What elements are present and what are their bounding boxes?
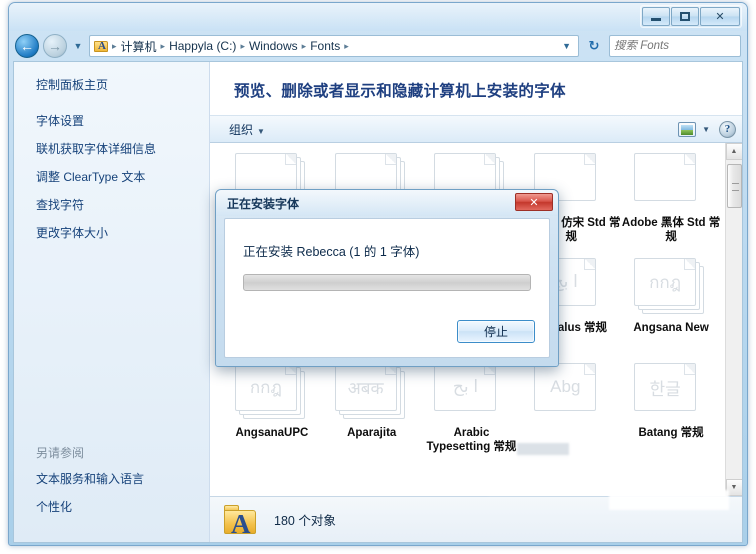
scroll-up-arrow-icon[interactable]: ▲ (725, 143, 742, 160)
page-title: 预览、删除或者显示和隐藏计算机上安装的字体 (234, 83, 566, 100)
font-preview-thumbnail: Abg (534, 363, 608, 421)
font-item[interactable]: Adobe 黑体 Std 常规 (621, 151, 721, 256)
font-item[interactable]: ا بح Arabic Typesetting 常规 (422, 361, 522, 466)
font-item[interactable]: 한글 Batang 常规 (621, 361, 721, 466)
desktop-background: ✕ ← → ▼ A ▸ 计算机 ▸ Happyla (C:) ▸ Windows… (0, 0, 756, 554)
font-item[interactable]: กกฎ Angsana New (621, 256, 721, 361)
search-field[interactable] (614, 40, 747, 52)
font-item-label: Batang 常规 (638, 427, 704, 439)
font-item-label: AngsanaUPC (235, 427, 309, 439)
sidebar-item-text-services[interactable]: 文本服务和输入语言 (36, 472, 144, 487)
scroll-down-arrow-icon[interactable]: ▼ (725, 479, 742, 496)
font-preview-thumbnail: 한글 (634, 363, 708, 421)
fonts-folder-icon: A (224, 504, 258, 538)
content-header: 预览、删除或者显示和隐藏计算机上安装的字体 (210, 62, 742, 115)
close-button[interactable]: ✕ (700, 7, 740, 26)
font-install-dialog: 正在安装字体 ✕ 正在安装 Rebecca (1 的 1 字体) 停止 (215, 189, 559, 367)
breadcrumb-item-fonts[interactable]: Fonts (307, 38, 343, 54)
sidebar-item-cleartype[interactable]: 调整 ClearType 文本 (36, 170, 209, 185)
fonts-explorer-window: ✕ ← → ▼ A ▸ 计算机 ▸ Happyla (C:) ▸ Windows… (8, 2, 748, 546)
breadcrumb-item-windows[interactable]: Windows (246, 38, 301, 54)
breadcrumb-separator: ▸ (344, 40, 349, 51)
font-preview-thumbnail: अबक (334, 363, 409, 421)
sidebar-see-also: 另请参阅 文本服务和输入语言 个性化 (36, 444, 144, 528)
organize-label: 组织 (229, 122, 254, 137)
font-item[interactable]: अबक Aparajita (322, 361, 422, 466)
status-bar: A 180 个对象 (210, 496, 742, 542)
refresh-icon[interactable]: ↻ (583, 35, 605, 57)
dialog-body: 正在安装 Rebecca (1 的 1 字体) 停止 (224, 218, 550, 358)
dialog-title: 正在安装字体 (227, 196, 300, 211)
forward-button[interactable]: → (43, 34, 67, 58)
dialog-close-button[interactable]: ✕ (515, 193, 553, 211)
breadcrumb-item-drive[interactable]: Happyla (C:) (166, 38, 239, 54)
maximize-button[interactable] (671, 7, 699, 26)
history-dropdown-icon[interactable]: ▼ (71, 34, 85, 58)
sidebar: 控制面板主页 字体设置 联机获取字体详细信息 调整 ClearType 文本 查… (14, 62, 210, 542)
minimize-button[interactable] (642, 7, 670, 26)
dialog-message: 正在安装 Rebecca (1 的 1 字体) (243, 245, 420, 259)
view-layout-icon[interactable] (678, 121, 697, 137)
font-preview-thumbnail: ا بح (434, 363, 508, 421)
font-item[interactable]: Abg (521, 361, 621, 466)
breadcrumb[interactable]: A ▸ 计算机 ▸ Happyla (C:) ▸ Windows ▸ Fonts… (89, 35, 579, 57)
fonts-folder-icon: A (94, 39, 109, 54)
font-preview-thumbnail (634, 153, 708, 211)
font-item-label: Arabic Typesetting 常规 (426, 427, 517, 453)
window-titlebar: ✕ (9, 3, 747, 31)
vertical-scrollbar[interactable]: ▲ ▼ (725, 143, 742, 496)
font-item-label: Angsana New (633, 322, 709, 334)
toolbar-right-group: ▼ ? (678, 120, 736, 138)
view-chevron-down-icon[interactable]: ▼ (702, 125, 710, 134)
back-button[interactable]: ← (15, 34, 39, 58)
breadcrumb-item-computer[interactable]: 计算机 (118, 37, 160, 56)
help-icon[interactable]: ? (719, 120, 736, 138)
chevron-down-icon: ▼ (257, 126, 265, 136)
dialog-titlebar: 正在安装字体 ✕ (216, 190, 558, 216)
font-item[interactable]: กกฎ AngsanaUPC (222, 361, 322, 466)
stop-button[interactable]: 停止 (457, 320, 535, 343)
scrollbar-thumb[interactable] (726, 164, 742, 208)
window-controls: ✕ (640, 5, 742, 28)
sidebar-item-change-font-size[interactable]: 更改字体大小 (36, 226, 209, 241)
font-item-label: Adobe 黑体 Std 常规 (621, 217, 721, 243)
font-preview-thumbnail: กกฎ (634, 258, 708, 316)
address-bar: ← → ▼ A ▸ 计算机 ▸ Happyla (C:) ▸ Windows ▸… (9, 31, 747, 61)
see-also-heading: 另请参阅 (36, 446, 85, 460)
sidebar-item-personalization[interactable]: 个性化 (36, 500, 144, 515)
breadcrumb-dropdown-icon[interactable]: ▼ (557, 41, 576, 51)
sidebar-item-online-font-details[interactable]: 联机获取字体详细信息 (36, 142, 209, 157)
sidebar-item-find-character[interactable]: 查找字符 (36, 198, 209, 213)
search-input[interactable]: 🔍 (609, 35, 747, 57)
font-preview-thumbnail: กกฎ (234, 363, 309, 421)
install-progress-bar (243, 274, 531, 291)
sidebar-item-font-settings[interactable]: 字体设置 (36, 114, 209, 129)
organize-button[interactable]: 组织 ▼ (222, 118, 272, 141)
status-item-count: 180 个对象 (274, 514, 336, 528)
font-item-label: Aparajita (347, 427, 397, 439)
sidebar-item-control-panel-home[interactable]: 控制面板主页 (36, 78, 209, 93)
toolbar: 组织 ▼ ▼ ? (210, 115, 742, 143)
